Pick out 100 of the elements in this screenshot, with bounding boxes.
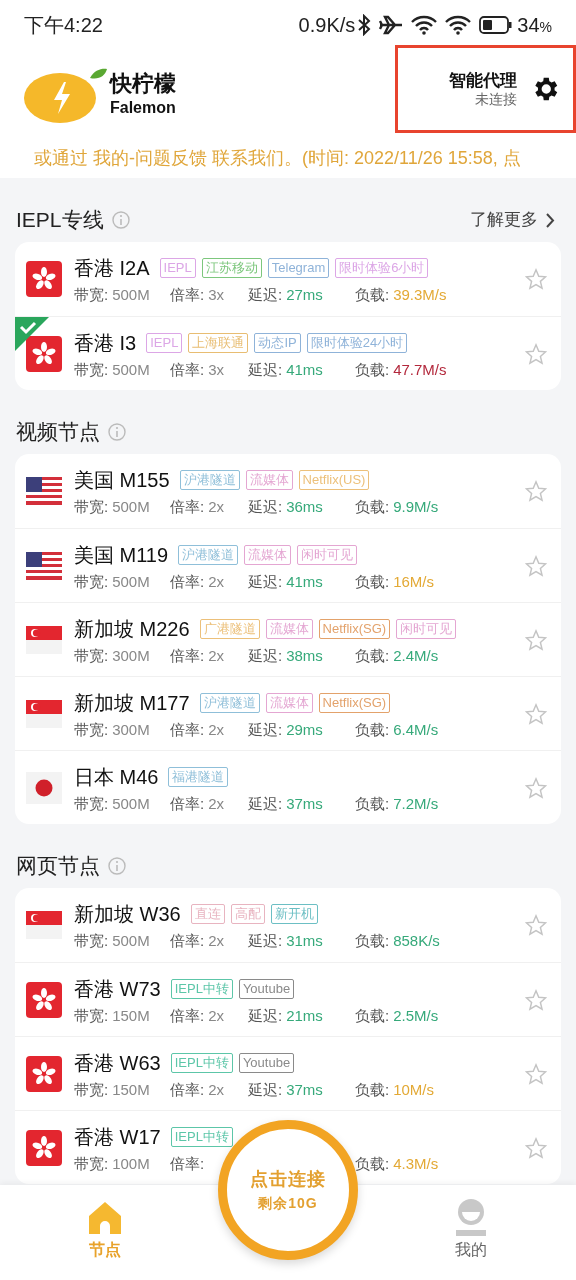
stat-value: 3x	[208, 285, 224, 305]
node-row[interactable]: 香港 I3 IEPL 上海联通 动态IP 限时体验24小时 带宽: 500M 倍率: 3x 延迟: 41ms 负载: 47.7M/s	[15, 316, 561, 390]
proxy-status-panel[interactable]: 智能代理 未连接	[395, 45, 576, 133]
wifi-icon	[445, 15, 472, 35]
stat-value: 21ms	[286, 1005, 323, 1026]
stat-value: 500M	[112, 359, 150, 380]
stat-label: 带宽:	[74, 285, 109, 305]
stat-value: 300M	[112, 719, 150, 740]
node-tag: IEPL	[146, 332, 183, 353]
node-row[interactable]: 香港 I2A IEPL 江苏移动 Telegram 限时体验6小时 带宽: 500M 倍率: 3x 延迟: 27ms 负载: 39.3M/s	[15, 242, 561, 316]
learn-more-link[interactable]: 了解更多	[470, 207, 561, 233]
stat-label: 带宽:	[74, 719, 109, 740]
node-tag: 流媒体	[265, 692, 313, 713]
node-tag: IEPL中转	[170, 1052, 233, 1073]
stat-value: 3x	[208, 359, 224, 380]
node-tag: IEPL	[159, 258, 196, 278]
stat-label: 带宽:	[74, 1079, 109, 1100]
nav-tab[interactable]: 我的	[426, 1196, 516, 1280]
node-tag: Youtube	[238, 1052, 295, 1073]
node-tag: IEPL中转	[170, 978, 233, 999]
info-icon	[111, 211, 130, 229]
flag-icon	[26, 771, 62, 804]
node-name: 香港 I2A	[74, 256, 150, 281]
stat-value: 100M	[112, 1153, 150, 1174]
stat-label: 负载:	[355, 1153, 390, 1174]
stat-label: 带宽:	[74, 359, 109, 380]
stat-value: 500M	[112, 793, 150, 814]
stat-label: 延迟:	[248, 793, 283, 814]
stat-label: 倍率:	[170, 793, 205, 814]
stat-label: 负载:	[355, 497, 390, 517]
percent-sign: %	[539, 19, 552, 37]
node-row[interactable]: 美国 M119 沪港隧道 流媒体 闲时可见 带宽: 500M 倍率: 2x 延迟: 41ms 负载: 16M/s	[15, 528, 561, 602]
node-row[interactable]: 美国 M155 沪港隧道 流媒体 Netflix(US) 带宽: 500M 倍率: 2x 延迟: 36ms 负载: 9.9M/s	[15, 454, 561, 528]
stat-value: 36ms	[286, 497, 323, 517]
node-name: 新加坡 M177	[74, 690, 190, 716]
stat-label: 延迟:	[248, 571, 283, 592]
stat-label: 负载:	[355, 719, 390, 740]
node-tag: 广港隧道	[199, 618, 260, 639]
node-tag: 流媒体	[244, 544, 292, 565]
stat-label: 负载:	[355, 645, 390, 666]
stat-value: 29ms	[286, 719, 323, 740]
node-tag: 流媒体	[245, 470, 293, 490]
clock-time: 下午4:22	[24, 13, 103, 38]
node-name: 日本 M46	[74, 764, 159, 790]
stat-value: 500M	[112, 931, 150, 951]
node-row[interactable]: 新加坡 M177 沪港隧道 流媒体 Netflix(SG) 带宽: 300M 倍率: 2x 延迟: 29ms 负载: 6.4M/s	[15, 676, 561, 750]
stat-label: 延迟:	[248, 1079, 283, 1100]
stat-value: 500M	[112, 497, 150, 517]
stat-value: 41ms	[286, 359, 323, 380]
section-title: IEPL专线	[16, 207, 104, 234]
node-tag: 上海联通	[188, 332, 249, 353]
node-row[interactable]: 新加坡 M226 广港隧道 流媒体 Netflix(SG) 闲时可见 带宽: 300M 倍率: 2x 延迟: 38ms 负载: 2.4M/s	[15, 602, 561, 676]
stat-label: 延迟:	[248, 645, 283, 666]
node-tag: 闲时可见	[396, 618, 457, 639]
node-tag: Netflix(SG)	[318, 618, 391, 639]
stat-value: 41ms	[286, 571, 323, 592]
node-tag: 限时体验24小时	[306, 332, 408, 353]
app-name: 快柠檬	[110, 70, 176, 98]
stat-label: 延迟:	[248, 497, 283, 517]
battery-icon	[479, 15, 514, 35]
node-name: 香港 W17	[74, 1124, 161, 1150]
bluetooth-icon	[357, 14, 372, 36]
node-row[interactable]: 新加坡 W36 直连 高配 新开机 带宽: 500M 倍率: 2x 延迟: 31ms 负载: 858K/s	[15, 888, 561, 962]
node-row[interactable]: 日本 M46 福港隧道 带宽: 500M 倍率: 2x 延迟: 37ms 负载: 7.2M/s	[15, 750, 561, 824]
stat-label: 负载:	[355, 571, 390, 592]
chevron-right-icon	[546, 212, 555, 228]
person-icon	[454, 1198, 488, 1236]
stat-label: 倍率:	[170, 285, 205, 305]
node-row[interactable]: 香港 W73 IEPL中转 Youtube 带宽: 150M 倍率: 2x 延迟: 21ms 负载: 2.5M/s	[15, 962, 561, 1036]
stat-value: 2x	[208, 1005, 224, 1026]
stat-value: 37ms	[286, 793, 323, 814]
stat-label: 倍率:	[170, 931, 205, 951]
flag-icon	[26, 911, 62, 939]
node-tag: Netflix(US)	[298, 470, 370, 490]
proxy-mode: 智能代理	[449, 69, 517, 91]
stat-label: 倍率:	[170, 359, 205, 380]
node-name: 香港 W73	[74, 976, 161, 1002]
stat-label: 倍率:	[170, 1079, 205, 1100]
stat-label: 带宽:	[74, 931, 109, 951]
node-name: 新加坡 M226	[74, 616, 190, 642]
stat-value: 150M	[112, 1005, 150, 1026]
node-tag: 福港隧道	[168, 766, 229, 787]
stat-value: 4.3M/s	[393, 1153, 439, 1174]
stat-label: 负载:	[355, 285, 390, 305]
stat-value: 2x	[208, 497, 224, 517]
section-title: 视频节点	[16, 419, 100, 446]
flag-icon	[26, 1055, 62, 1092]
stat-label: 负载:	[355, 1079, 390, 1100]
node-row[interactable]: 香港 W63 IEPL中转 Youtube 带宽: 150M 倍率: 2x 延迟: 37ms 负载: 10M/s	[15, 1036, 561, 1110]
stat-value: 2x	[208, 931, 224, 951]
stat-label: 延迟:	[248, 719, 283, 740]
stat-value: 2x	[208, 1079, 224, 1100]
node-tag: 流媒体	[265, 618, 313, 639]
stat-label: 带宽:	[74, 793, 109, 814]
stat-label: 倍率:	[170, 571, 205, 592]
stat-label: 倍率:	[170, 1153, 205, 1174]
flag-icon	[26, 981, 62, 1018]
stat-value: 39.3M/s	[393, 285, 447, 305]
stat-value: 2x	[208, 719, 224, 740]
flag-icon	[26, 261, 62, 297]
